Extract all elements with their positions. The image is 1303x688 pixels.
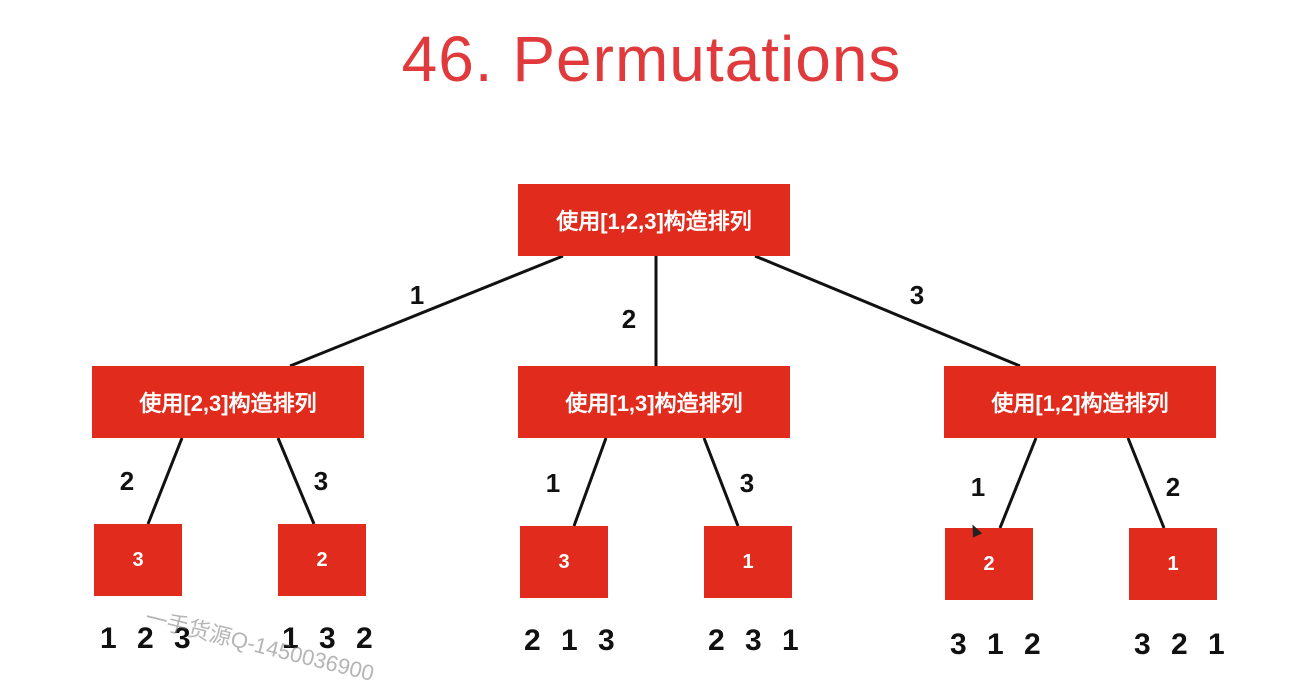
leaf-node-6-label: 1 (1167, 552, 1179, 575)
edge-child-2-to-leaf-3 (572, 437, 608, 527)
child-node-2-label: 使用[1,3]构造排列 (565, 391, 743, 416)
permutation-result-5: 3 1 2 (950, 628, 1047, 661)
permutation-result-3: 2 1 3 (524, 624, 621, 657)
child-node-1: 使用[2,3]构造排列 (92, 366, 364, 438)
leaf-edge-label-2: 3 (313, 466, 329, 496)
child-node-1-label: 使用[2,3]构造排列 (139, 391, 317, 416)
child-node-3: 使用[1,2]构造排列 (944, 366, 1216, 438)
leaf-edge-label-5: 1 (970, 472, 986, 502)
child-node-3-label: 使用[1,2]构造排列 (991, 391, 1169, 416)
leaf-edge-label-6: 2 (1165, 472, 1181, 502)
root-node: 使用[1,2,3]构造排列 (518, 184, 790, 256)
edge-root-to-child-3 (754, 254, 1021, 368)
slide: 46. Permutations 使用[1,2,3]构造排列 1 2 3 使用[… (0, 0, 1303, 686)
leaf-node-3: 3 (520, 526, 608, 598)
permutation-result-6: 3 2 1 (1134, 628, 1231, 661)
leaf-node-2: 2 (278, 524, 366, 596)
leaf-node-2-label: 2 (316, 548, 328, 571)
leaf-edge-label-1: 2 (119, 466, 135, 496)
leaf-node-4: 1 (704, 526, 792, 598)
edge-label-3: 3 (909, 280, 925, 310)
leaf-node-3-label: 3 (558, 550, 570, 573)
leaf-node-4-label: 1 (742, 550, 754, 573)
child-node-2: 使用[1,3]构造排列 (518, 366, 790, 438)
edge-child-1-to-leaf-1 (146, 437, 184, 525)
root-node-label: 使用[1,2,3]构造排列 (556, 209, 752, 234)
edge-label-2: 2 (621, 304, 637, 334)
leaf-node-6: 1 (1129, 528, 1217, 600)
leaf-node-5-label: 2 (983, 552, 995, 575)
edge-child-3-to-leaf-5 (998, 437, 1038, 529)
edge-root-to-child-1 (289, 254, 564, 368)
permutation-result-4: 2 3 1 (708, 624, 805, 657)
edge-label-1: 1 (409, 280, 425, 310)
leaf-edge-label-3: 1 (545, 468, 561, 498)
tree-edges (146, 254, 1166, 529)
leaf-edge-label-4: 3 (739, 468, 755, 498)
leaf-node-5: 2 (945, 528, 1033, 600)
leaf-node-1-label: 3 (132, 548, 144, 571)
leaf-node-1: 3 (94, 524, 182, 596)
